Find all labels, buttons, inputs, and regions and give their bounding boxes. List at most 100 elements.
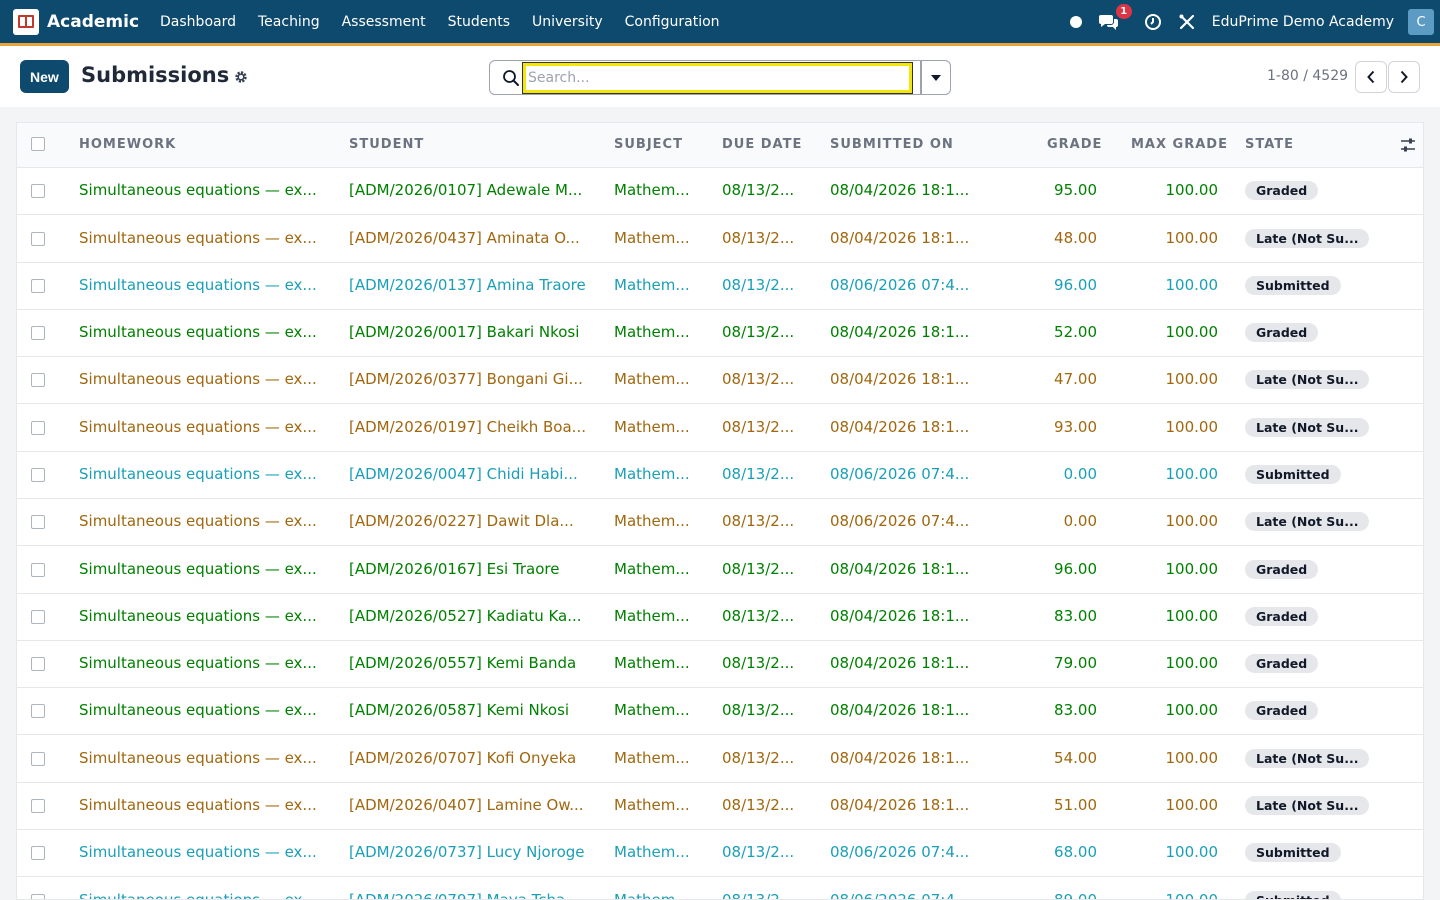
row-checkbox[interactable]	[31, 657, 45, 671]
column-student[interactable]: STUDENT	[349, 137, 424, 152]
pager-next-button[interactable]	[1388, 61, 1420, 93]
column-submitted-on[interactable]: SUBMITTED ON	[830, 137, 954, 152]
search-options-toggle[interactable]	[921, 60, 951, 95]
table-row[interactable]: Simultaneous equations — ex... [ADM/2026/…	[17, 263, 1423, 310]
activity-clock-icon[interactable]	[1142, 11, 1164, 33]
row-checkbox[interactable]	[31, 610, 45, 624]
row-checkbox[interactable]	[31, 846, 45, 860]
row-checkbox[interactable]	[31, 326, 45, 340]
presence-status-icon[interactable]	[1069, 16, 1082, 28]
row-checkbox[interactable]	[31, 515, 45, 529]
menu-assessment[interactable]: Assessment	[331, 0, 437, 44]
menu-teaching[interactable]: Teaching	[247, 0, 331, 44]
messages-count-badge: 1	[1115, 4, 1132, 19]
pager-value[interactable]: 1-80 / 4529	[1267, 68, 1348, 84]
status-badge: Graded	[1245, 323, 1319, 342]
row-checkbox[interactable]	[31, 421, 45, 435]
cell-max-grade: 100.00	[1165, 796, 1219, 814]
column-max-grade[interactable]: MAX GRADE	[1131, 137, 1228, 152]
column-grade[interactable]: GRADE	[1047, 137, 1102, 152]
cell-grade: 47.00	[1054, 370, 1097, 388]
cell-grade: 54.00	[1054, 749, 1097, 767]
cell-homework: Simultaneous equations — ex...	[79, 323, 317, 341]
select-all-checkbox[interactable]	[31, 137, 45, 151]
pager-previous-button[interactable]	[1355, 61, 1387, 93]
table-row[interactable]: Simultaneous equations — ex... [ADM/2026/…	[17, 357, 1423, 404]
submissions-list: HOMEWORK STUDENT SUBJECT DUE DATE SUBMIT…	[16, 122, 1424, 900]
row-checkbox[interactable]	[31, 752, 45, 766]
row-checkbox[interactable]	[31, 894, 45, 899]
user-avatar[interactable]: C	[1408, 9, 1434, 35]
app-menu-icon[interactable]	[13, 8, 39, 35]
status-badge: Graded	[1245, 560, 1319, 579]
table-row[interactable]: Simultaneous equations — ex... [ADM/2026/…	[17, 547, 1423, 594]
cell-max-grade: 100.00	[1165, 418, 1219, 436]
column-state[interactable]: STATE	[1245, 137, 1294, 152]
row-checkbox[interactable]	[31, 184, 45, 198]
navbar-systray: 1 EduPrime Demo Academy C	[1069, 0, 1440, 44]
cell-homework: Simultaneous equations — ex...	[79, 607, 317, 625]
status-badge: Late (Not Su...	[1245, 749, 1370, 768]
table-row[interactable]: Simultaneous equations — ex... [ADM/2026/…	[17, 736, 1423, 783]
cell-max-grade: 100.00	[1165, 512, 1219, 530]
gear-icon[interactable]	[234, 70, 248, 84]
table-row[interactable]: Simultaneous equations — ex... [ADM/2026/…	[17, 830, 1423, 877]
search-input[interactable]	[522, 62, 913, 94]
row-checkbox[interactable]	[31, 799, 45, 813]
clock-icon	[1144, 14, 1161, 30]
row-checkbox[interactable]	[31, 704, 45, 718]
cell-subject: Mathem...	[614, 654, 690, 672]
table-row[interactable]: Simultaneous equations — ex... [ADM/2026/…	[17, 878, 1423, 900]
menu-configuration[interactable]: Configuration	[614, 0, 731, 44]
cell-grade: 48.00	[1054, 229, 1097, 247]
table-row[interactable]: Simultaneous equations — ex... [ADM/2026/…	[17, 783, 1423, 830]
cell-subject: Mathem...	[614, 701, 690, 719]
chevron-left-icon	[1367, 70, 1375, 84]
menu-students[interactable]: Students	[437, 0, 521, 44]
table-row[interactable]: Simultaneous equations — ex... [ADM/2026/…	[17, 688, 1423, 735]
page-title: Submissions	[81, 63, 230, 87]
new-button[interactable]: New	[20, 60, 69, 93]
row-checkbox[interactable]	[31, 468, 45, 482]
cell-due-date: 08/13/2...	[722, 796, 795, 814]
status-badge: Late (Not Su...	[1245, 418, 1370, 437]
search-icon	[503, 70, 519, 86]
row-checkbox[interactable]	[31, 232, 45, 246]
cell-submitted-on: 08/04/2026 18:1...	[830, 323, 970, 341]
cell-due-date: 08/13/2...	[722, 229, 795, 247]
cell-homework: Simultaneous equations — ex...	[79, 512, 317, 530]
row-checkbox[interactable]	[31, 279, 45, 293]
optional-columns-icon[interactable]	[1400, 137, 1416, 153]
table-row[interactable]: Simultaneous equations — ex... [ADM/2026/…	[17, 168, 1423, 215]
book-icon	[18, 15, 34, 28]
menu-dashboard[interactable]: Dashboard	[149, 0, 247, 44]
cell-due-date: 08/13/2...	[722, 323, 795, 341]
status-badge: Submitted	[1245, 843, 1341, 862]
table-row[interactable]: Simultaneous equations — ex... [ADM/2026/…	[17, 310, 1423, 357]
cell-grade: 79.00	[1054, 654, 1097, 672]
column-due-date[interactable]: DUE DATE	[722, 137, 802, 152]
column-subject[interactable]: SUBJECT	[614, 137, 683, 152]
cell-student: [ADM/2026/0167] Esi Traore	[349, 560, 560, 578]
table-row[interactable]: Simultaneous equations — ex... [ADM/2026/…	[17, 641, 1423, 688]
cell-grade: 89.00	[1054, 891, 1097, 900]
cell-subject: Mathem...	[614, 607, 690, 625]
cell-homework: Simultaneous equations — ex...	[79, 465, 317, 483]
row-checkbox[interactable]	[31, 563, 45, 577]
row-checkbox[interactable]	[31, 373, 45, 387]
cell-subject: Mathem...	[614, 891, 690, 900]
cell-submitted-on: 08/04/2026 18:1...	[830, 796, 970, 814]
table-row[interactable]: Simultaneous equations — ex... [ADM/2026/…	[17, 405, 1423, 452]
table-row[interactable]: Simultaneous equations — ex... [ADM/2026/…	[17, 499, 1423, 546]
status-badge: Late (Not Su...	[1245, 370, 1370, 389]
table-row[interactable]: Simultaneous equations — ex... [ADM/2026/…	[17, 594, 1423, 641]
table-row[interactable]: Simultaneous equations — ex... [ADM/2026/…	[17, 452, 1423, 499]
debug-tools-icon[interactable]	[1176, 11, 1198, 33]
menu-university[interactable]: University	[521, 0, 614, 44]
table-row[interactable]: Simultaneous equations — ex... [ADM/2026/…	[17, 216, 1423, 263]
status-badge: Late (Not Su...	[1245, 229, 1370, 248]
app-name[interactable]: Academic	[47, 12, 139, 32]
column-homework[interactable]: HOMEWORK	[79, 137, 176, 152]
company-switcher[interactable]: EduPrime Demo Academy	[1212, 14, 1394, 30]
messages-icon[interactable]: 1	[1098, 4, 1132, 33]
